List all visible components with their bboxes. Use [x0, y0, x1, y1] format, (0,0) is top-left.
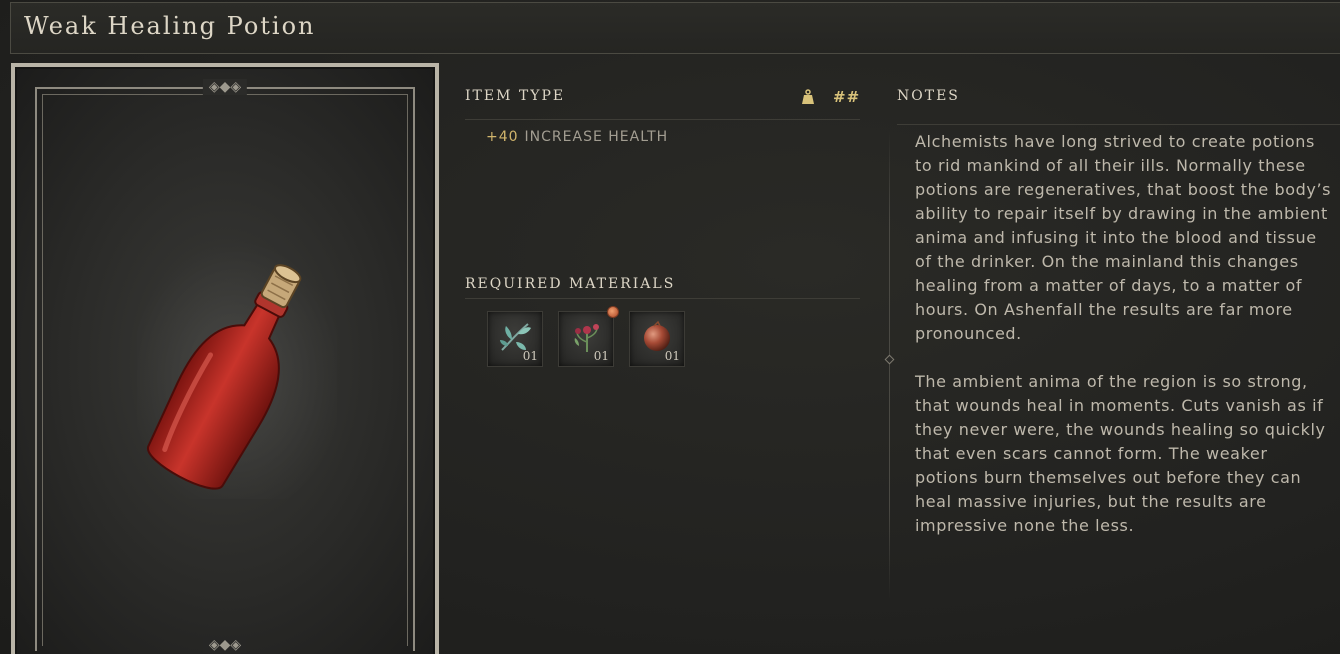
material-quantity: 01 — [664, 349, 680, 363]
stat-line: +40 INCREASE HEALTH — [486, 129, 668, 145]
weight-icon — [802, 89, 814, 104]
notes-paragraph: Alchemists have long strived to create p… — [915, 132, 1332, 343]
frame-ornament-icon: ◈◆◈ — [202, 637, 248, 653]
materials-list: 01 01 01 — [487, 306, 685, 367]
title-bar: Weak Healing Potion — [10, 2, 1340, 54]
potion-icon — [137, 239, 337, 499]
divider — [465, 119, 860, 120]
notes-scroll-track[interactable] — [889, 130, 890, 600]
item-card: ◈◆◈ ◈◆◈ — [11, 63, 439, 654]
divider — [897, 124, 1340, 125]
material-slot-orb[interactable]: 01 — [629, 311, 685, 367]
material-slot-herb[interactable]: 01 — [487, 311, 543, 367]
divider — [465, 298, 860, 299]
notes-scroll-handle[interactable] — [884, 354, 895, 365]
required-materials-heading: REQUIRED MATERIALS — [465, 276, 676, 292]
material-slot-flower[interactable]: 01 — [558, 306, 619, 367]
frame-ornament-icon: ◈◆◈ — [202, 79, 248, 95]
stat-value: +40 — [486, 129, 519, 145]
stat-label: INCREASE HEALTH — [524, 129, 669, 145]
notes-body: Alchemists have long strived to create p… — [915, 130, 1333, 562]
notes-paragraph: The ambient anima of the region is so st… — [915, 372, 1326, 535]
item-detail-screen: Weak Healing Potion ◈◆◈ ◈◆◈ ITEM TYPE ##… — [0, 0, 1340, 654]
notes-heading: NOTES — [897, 88, 960, 104]
weight-value: ## — [833, 88, 861, 106]
material-quantity: 01 — [593, 349, 609, 363]
material-quantity: 01 — [522, 349, 538, 363]
item-title: Weak Healing Potion — [24, 12, 316, 40]
item-card-inner: ◈◆◈ ◈◆◈ — [15, 67, 435, 654]
new-badge-icon — [607, 306, 619, 318]
item-type-heading: ITEM TYPE — [465, 88, 566, 104]
